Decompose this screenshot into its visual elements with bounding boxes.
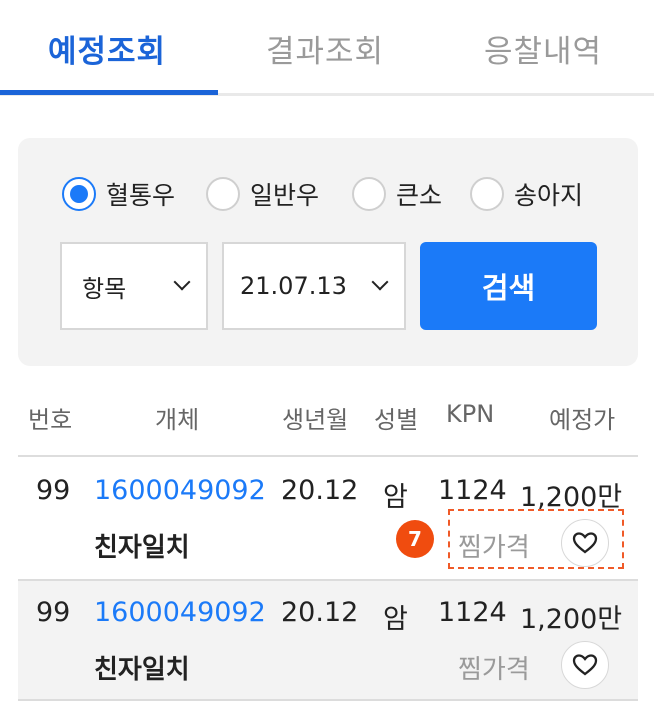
radio-general[interactable]: 일반우 (206, 176, 319, 212)
header-sex: 성별 (374, 406, 419, 434)
header-price: 예정가 (549, 406, 616, 434)
annotation-badge: 7 (396, 520, 434, 558)
radio-label: 혈통우 (106, 181, 176, 210)
header-birth: 생년월 (282, 406, 349, 434)
parentage-status: 친자일치 (94, 655, 190, 685)
annotation-highlight-box (448, 509, 624, 569)
date-select[interactable]: 21.07.13 (222, 242, 406, 330)
header-number: 번호 (28, 406, 73, 434)
radio-pedigree[interactable]: 혈통우 (62, 176, 175, 212)
item-select[interactable]: 항목 (60, 242, 208, 330)
wish-heart-button[interactable] (561, 641, 609, 689)
search-button[interactable]: 검색 (420, 242, 597, 330)
radio-circle-icon (206, 177, 240, 211)
parentage-status: 친자일치 (94, 533, 190, 563)
radio-calf[interactable]: 송아지 (470, 176, 583, 212)
wish-price-label: 찜가격 (458, 655, 530, 685)
header-animal: 개체 (155, 406, 200, 434)
row-number: 99 (36, 597, 71, 628)
header-kpn: KPN (446, 400, 495, 428)
tab-bar: 예정조회 결과조회 응찰내역 (0, 0, 654, 96)
birth-month: 20.12 (281, 597, 359, 628)
radio-label: 일반우 (250, 181, 320, 210)
kpn: 1124 (438, 597, 507, 628)
row-number: 99 (36, 475, 71, 506)
radio-large[interactable]: 큰소 (352, 176, 442, 212)
active-tab-indicator (0, 90, 218, 95)
radio-circle-icon (470, 177, 504, 211)
sex: 암 (383, 604, 408, 635)
item-select-value: 항목 (82, 274, 127, 303)
tab-bid-history[interactable]: 응찰내역 (484, 26, 602, 71)
sex: 암 (383, 482, 408, 513)
radio-label: 큰소 (396, 181, 443, 210)
tab-schedule[interactable]: 예정조회 (48, 26, 166, 71)
kpn: 1124 (438, 475, 507, 506)
birth-month: 20.12 (281, 475, 359, 506)
table-row: 99 1600049092 20.12 암 1124 1,200만 친자일치 찜… (18, 579, 638, 701)
search-panel: 혈통우 일반우 큰소 송아지 항목 21.07.13 검색 (18, 138, 638, 366)
expected-price: 1,200만 (520, 604, 623, 635)
animal-id-link[interactable]: 1600049092 (94, 475, 266, 506)
date-select-value: 21.07.13 (240, 272, 347, 300)
tab-results[interactable]: 결과조회 (266, 26, 384, 71)
radio-circle-icon (62, 177, 96, 211)
radio-circle-icon (352, 177, 386, 211)
chevron-down-icon (371, 273, 389, 291)
chevron-down-icon (173, 273, 191, 291)
animal-id-link[interactable]: 1600049092 (94, 597, 266, 628)
heart-icon (572, 654, 598, 676)
radio-label: 송아지 (514, 181, 584, 210)
